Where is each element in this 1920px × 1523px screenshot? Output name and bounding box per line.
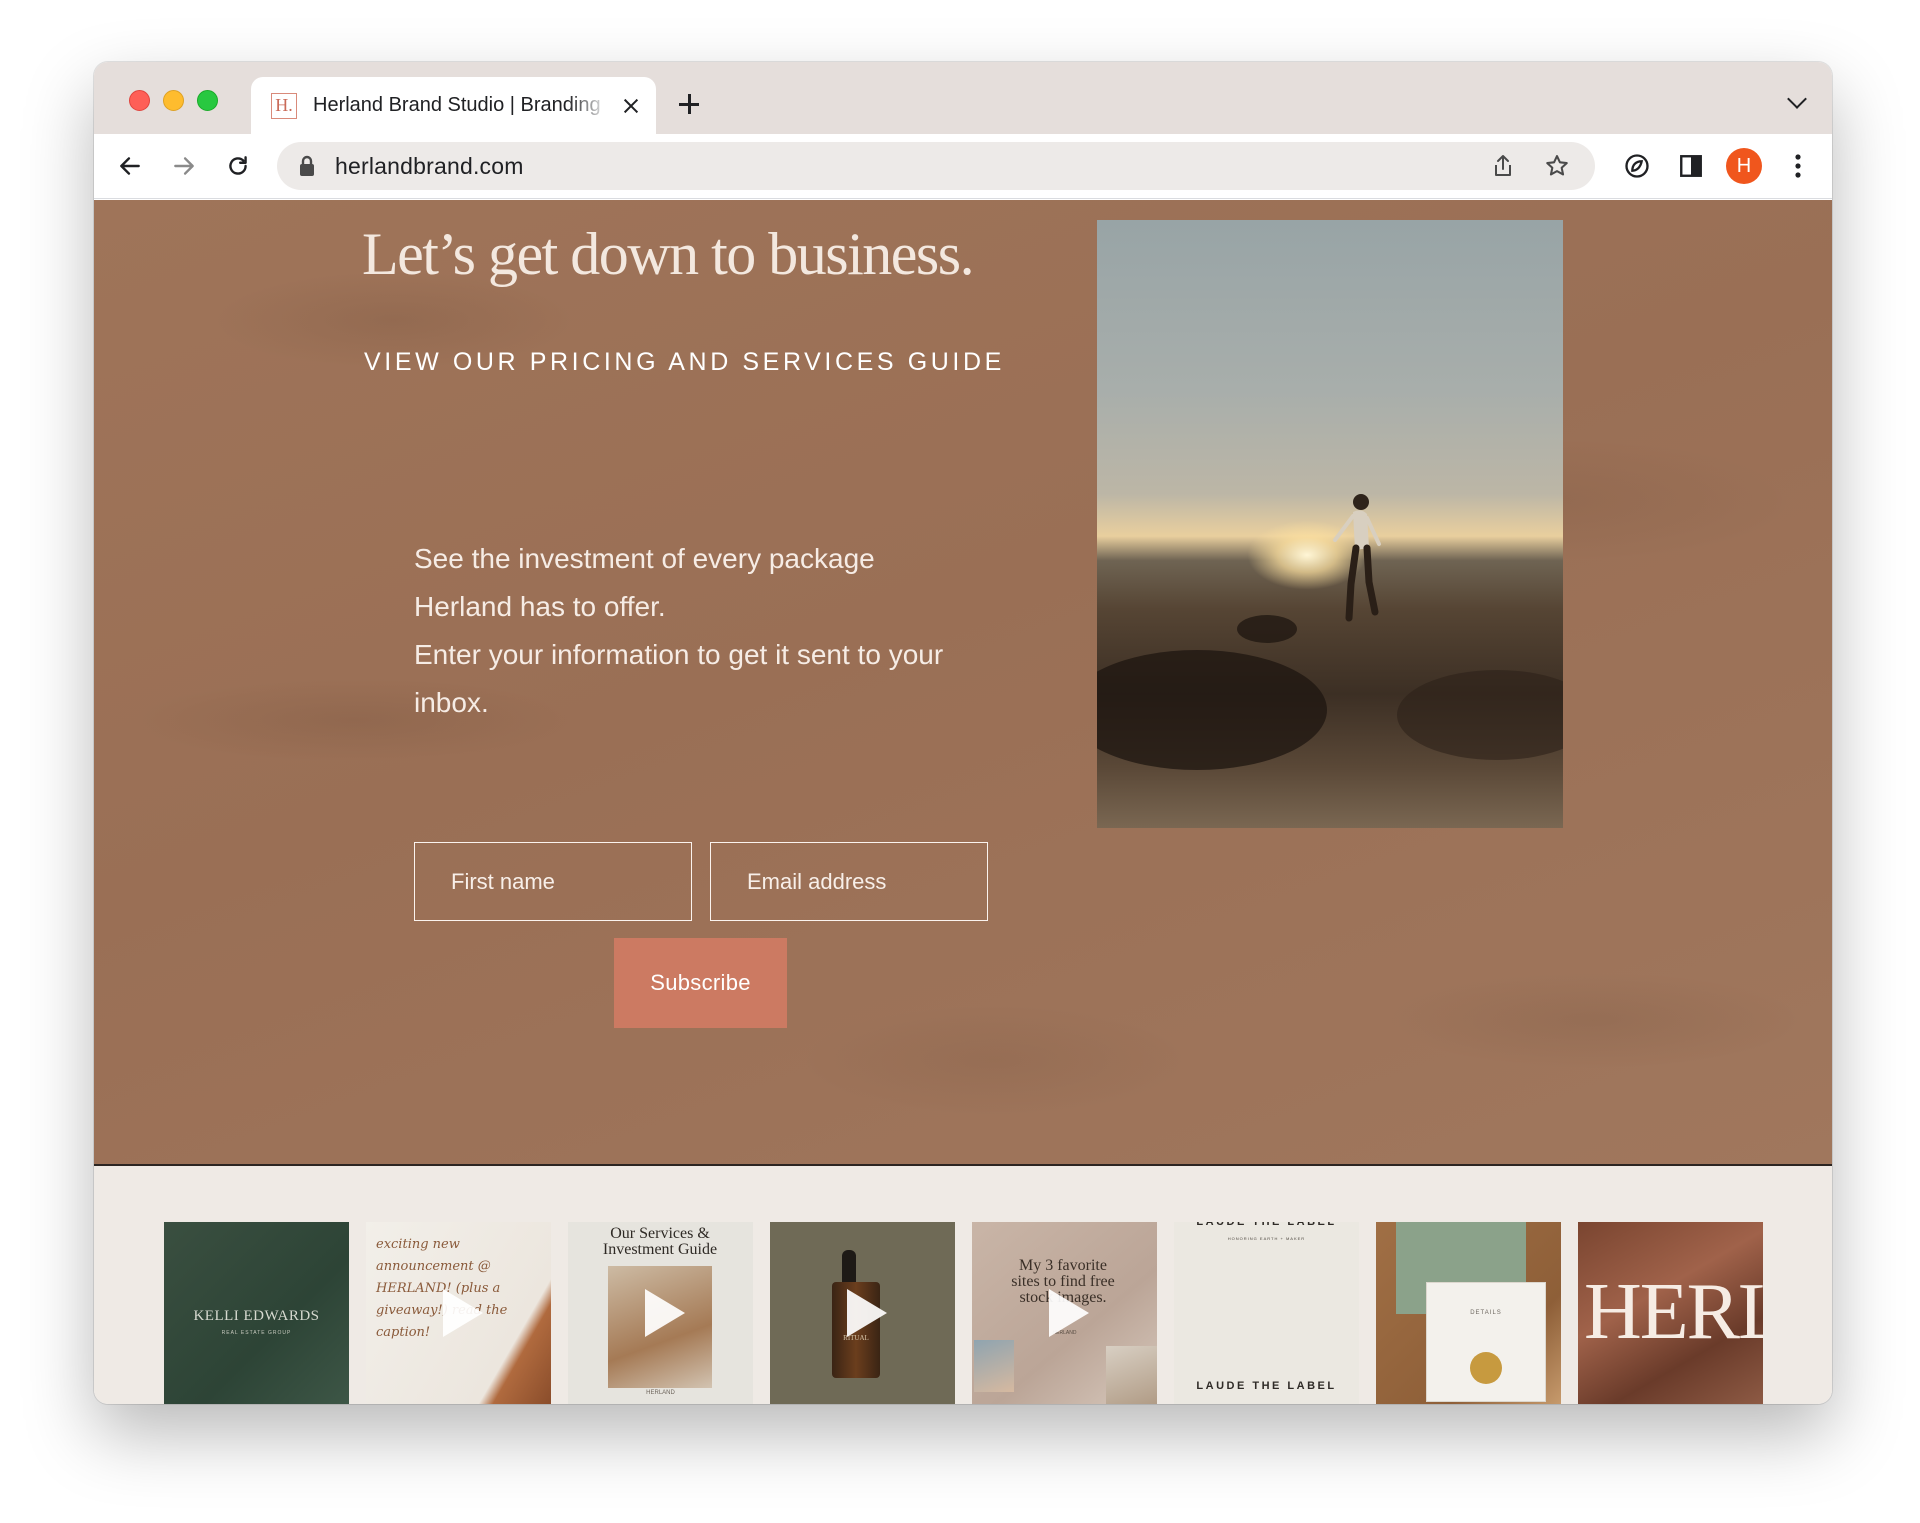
guide-description: See the investment of every package Herl…	[414, 535, 974, 727]
instagram-post[interactable]: My 3 favorite sites to find free stock i…	[972, 1222, 1157, 1404]
post-subtext: HERLAND	[646, 1390, 675, 1396]
instagram-post[interactable]: LAUDE THE LABEL HONORING EARTH + MAKER L…	[1174, 1222, 1359, 1404]
video-play-icon	[442, 1289, 483, 1337]
post-text: HERL	[1584, 1268, 1763, 1356]
instagram-post[interactable]: Our Services & Investment Guide HERLAND	[568, 1222, 753, 1404]
profile-avatar[interactable]: H	[1724, 146, 1764, 186]
instagram-post[interactable]: exciting new announcement @ HERLAND! (pl…	[366, 1222, 551, 1404]
person-silhouette	[1333, 494, 1381, 622]
side-panel-icon[interactable]	[1671, 146, 1711, 186]
instagram-post[interactable]: HERL	[1578, 1222, 1763, 1404]
profile-initial: H	[1726, 148, 1762, 184]
forward-arrow-icon[interactable]	[164, 146, 204, 186]
new-tab-icon[interactable]	[677, 92, 701, 116]
rock	[1097, 650, 1327, 770]
browser-tab-active[interactable]: H. Herland Brand Studio | Branding	[251, 77, 656, 134]
browser-toolbar: herlandbrand.com H	[94, 134, 1832, 199]
share-icon[interactable]	[1483, 146, 1523, 186]
back-arrow-icon[interactable]	[110, 146, 150, 186]
video-play-icon	[1048, 1289, 1089, 1337]
description-line-1: See the investment of every package Herl…	[414, 543, 875, 622]
tab-search-chevron-icon[interactable]	[1787, 89, 1807, 109]
post-photo	[1106, 1346, 1157, 1404]
hero-photo-beach-sunset	[1097, 220, 1563, 828]
rock	[1397, 670, 1563, 760]
tab-strip: H. Herland Brand Studio | Branding	[94, 62, 1832, 134]
instagram-post[interactable]: KELLI EDWARDS REAL ESTATE GROUP	[164, 1222, 349, 1404]
close-tab-icon[interactable]	[619, 94, 643, 118]
wax-seal	[1470, 1352, 1502, 1384]
browser-window: H. Herland Brand Studio | Branding herla…	[94, 62, 1832, 1404]
post-text: KELLI EDWARDS	[193, 1308, 320, 1324]
pricing-guide-link[interactable]: VIEW OUR PRICING AND SERVICES GUIDE	[364, 348, 1005, 377]
url-text[interactable]: herlandbrand.com	[335, 153, 524, 180]
video-play-icon	[644, 1289, 685, 1337]
instagram-post[interactable]: RITUAL	[770, 1222, 955, 1404]
headline: Let’s get down to business.	[362, 221, 975, 287]
post-subtext: HONORING EARTH + MAKER	[1227, 1236, 1306, 1241]
address-bar[interactable]: herlandbrand.com	[277, 142, 1595, 190]
menu-kebab-icon[interactable]	[1778, 146, 1818, 186]
maximize-window-button[interactable]	[197, 90, 218, 111]
post-subtext: REAL ESTATE GROUP	[221, 1330, 292, 1336]
post-text-repeat: LAUDE THE LABEL	[1196, 1380, 1337, 1392]
post-photo	[974, 1340, 1014, 1392]
instagram-post[interactable]: DETAILS	[1376, 1222, 1561, 1404]
post-text: LAUDE THE LABEL	[1196, 1222, 1337, 1228]
instagram-feed: KELLI EDWARDS REAL ESTATE GROUP exciting…	[94, 1166, 1832, 1404]
post-text: Our Services & Investment Guide	[602, 1225, 718, 1258]
bookmark-star-icon[interactable]	[1537, 146, 1577, 186]
close-window-button[interactable]	[129, 90, 150, 111]
page-content: Let’s get down to business. VIEW OUR PRI…	[94, 200, 1832, 1404]
invitation-card	[1426, 1282, 1546, 1402]
extension-leaf-icon[interactable]	[1617, 146, 1657, 186]
rock	[1237, 615, 1297, 643]
minimize-window-button[interactable]	[163, 90, 184, 111]
dropper-cap	[842, 1250, 856, 1284]
subscribe-button[interactable]: Subscribe	[614, 938, 787, 1028]
site-favicon-icon: H.	[271, 92, 297, 119]
tab-title: Herland Brand Studio | Branding	[313, 94, 601, 116]
description-line-2: Enter your information to get it sent to…	[414, 639, 944, 718]
post-text: DETAILS	[1470, 1310, 1502, 1316]
pricing-guide-section: Let’s get down to business. VIEW OUR PRI…	[94, 200, 1832, 1166]
lock-icon[interactable]	[297, 154, 317, 178]
email-address-input[interactable]	[710, 842, 988, 921]
reload-icon[interactable]	[218, 146, 258, 186]
video-play-icon	[846, 1289, 887, 1337]
first-name-input[interactable]	[414, 842, 692, 921]
